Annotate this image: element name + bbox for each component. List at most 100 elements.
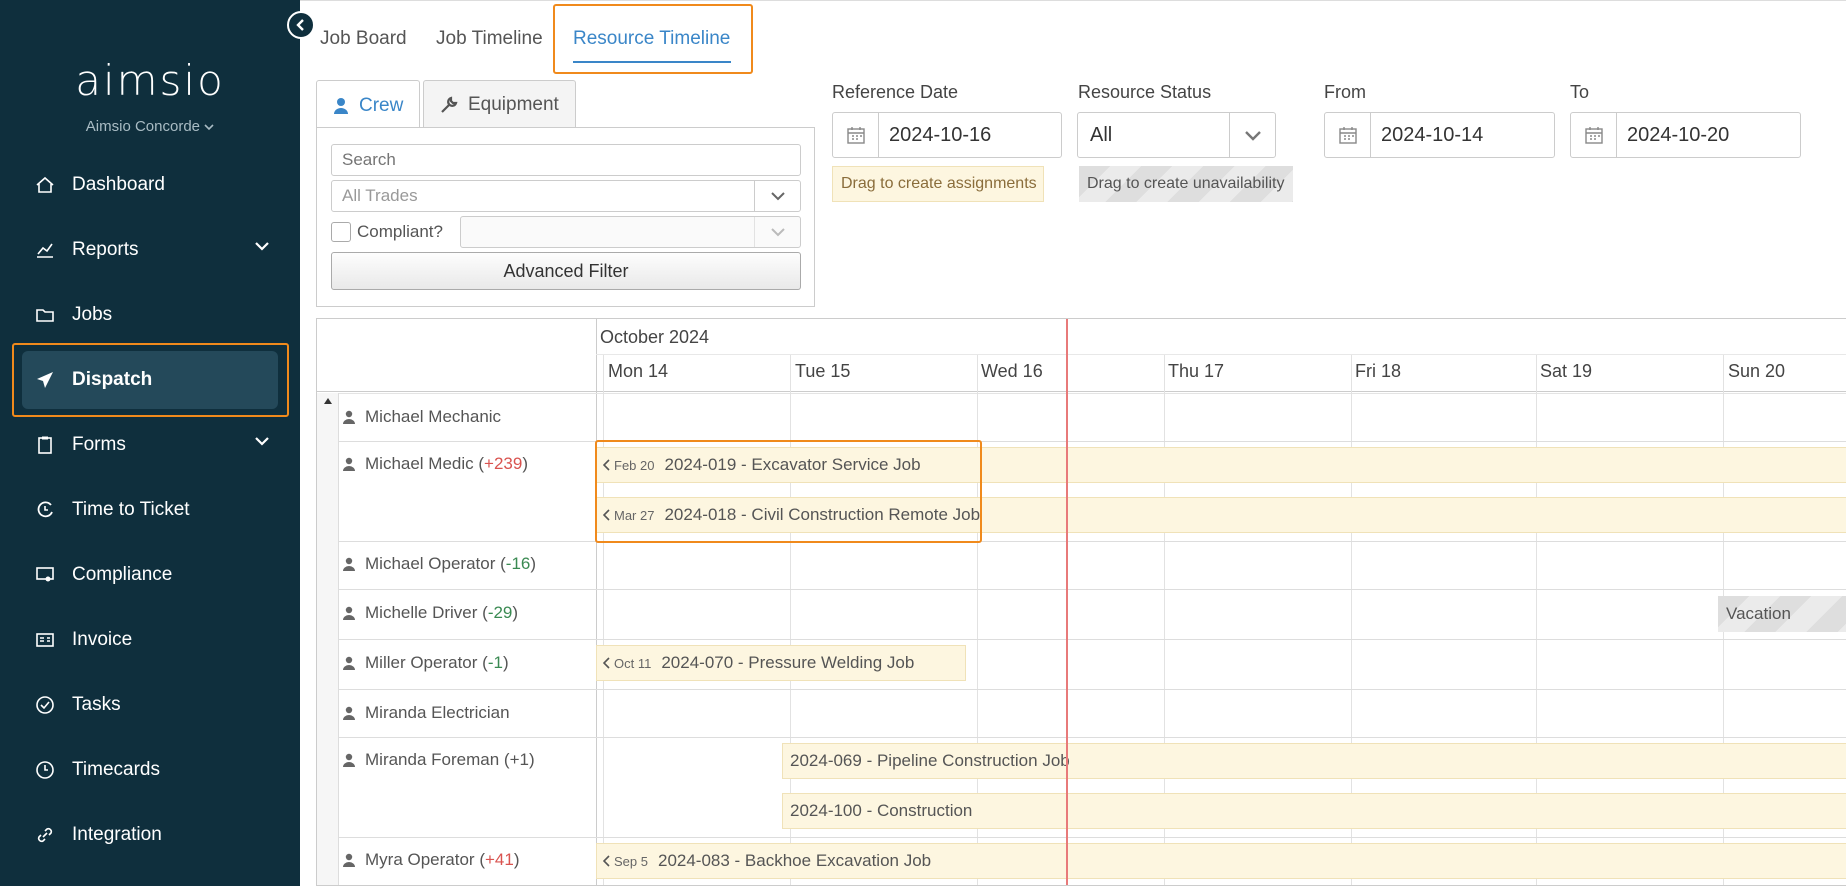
- unavailability-bar[interactable]: Vacation: [1718, 596, 1846, 632]
- nav-label: Timecards: [72, 759, 160, 780]
- advanced-filter-button[interactable]: Advanced Filter: [331, 252, 801, 290]
- assignment-bar[interactable]: Sep 5 2024-083 - Backhoe Excavation Job: [596, 843, 1846, 879]
- clock-icon: [34, 759, 56, 781]
- chevron-down-icon: [754, 217, 800, 247]
- link-icon: [34, 824, 56, 846]
- user-icon: [343, 656, 355, 670]
- nav-time-to-ticket[interactable]: Time to Ticket: [22, 481, 278, 539]
- reference-date-label: Reference Date: [832, 82, 959, 102]
- to-date-value: 2024-10-20: [1627, 123, 1730, 146]
- resource-name: Myra Operator: [365, 850, 475, 869]
- resource-row-name[interactable]: Miranda Foreman (+1): [343, 750, 535, 770]
- start-date: Oct 11: [614, 655, 652, 671]
- resource-row-name[interactable]: Michelle Driver (-29): [343, 603, 518, 623]
- resource-name: Miranda Electrician: [365, 703, 510, 722]
- reference-date-field[interactable]: 2024-10-16: [832, 112, 1062, 158]
- active-tab-indicator: [573, 61, 731, 63]
- assignment-label: 2024-083 - Backhoe Excavation Job: [657, 851, 932, 870]
- assignment-label: 2024-070 - Pressure Welding Job: [661, 653, 915, 672]
- invoice-icon: [34, 629, 56, 651]
- tab-crew-label: Crew: [359, 94, 404, 116]
- from-date-field[interactable]: 2024-10-14: [1324, 112, 1555, 158]
- assignment-bar[interactable]: Mar 27 2024-018 - Civil Construction Rem…: [596, 497, 1846, 533]
- assignment-bar[interactable]: 2024-100 - Construction: [782, 793, 1846, 829]
- resource-delta: +41: [484, 850, 514, 869]
- assignment-bar[interactable]: Feb 20 2024-019 - Excavator Service Job: [596, 447, 1846, 483]
- continues-before: Oct 11: [603, 656, 651, 671]
- nav-label: Forms: [72, 434, 126, 455]
- drag-unavailability-hint[interactable]: Drag to create unavailability: [1079, 166, 1293, 202]
- nav-invoice[interactable]: Invoice: [22, 611, 278, 669]
- nav-tasks[interactable]: Tasks: [22, 676, 278, 734]
- resource-row-name[interactable]: Myra Operator (+41): [343, 850, 520, 870]
- nav-forms[interactable]: Forms: [22, 416, 278, 474]
- day-header: Mon 14: [608, 361, 669, 381]
- assignment-label: 2024-018 - Civil Construction Remote Job: [664, 505, 981, 524]
- nav-dispatch[interactable]: Dispatch: [22, 351, 278, 409]
- trades-select[interactable]: All Trades: [331, 180, 801, 212]
- continues-before: Feb 20: [603, 458, 654, 473]
- month-header: October 2024: [600, 327, 710, 347]
- nav-label: Dashboard: [72, 174, 165, 195]
- day-header: Thu 17: [1168, 361, 1225, 381]
- tab-job-board[interactable]: Job Board: [320, 28, 407, 50]
- tab-resource-timeline[interactable]: Resource Timeline: [573, 28, 730, 50]
- resource-status-label: Resource Status: [1078, 82, 1212, 102]
- unavailability-label: Vacation: [1726, 604, 1791, 623]
- assignment-bar[interactable]: Oct 11 2024-070 - Pressure Welding Job: [596, 645, 966, 681]
- nav-label: Invoice: [72, 629, 133, 650]
- nav-label: Time to Ticket: [72, 499, 190, 520]
- nav-dashboard[interactable]: Dashboard: [22, 156, 278, 214]
- row-divider: [339, 541, 1846, 542]
- compliant-select[interactable]: [460, 216, 801, 248]
- nav-label: Compliance: [72, 564, 173, 585]
- nav-label: Dispatch: [72, 369, 153, 390]
- assignment-label: 2024-100 - Construction: [790, 801, 973, 820]
- to-label: To: [1570, 82, 1590, 102]
- resource-name: Michael Medic: [365, 454, 474, 473]
- filter-panel: All Trades Compliant? Advanced Filter: [316, 127, 815, 307]
- assignment-bar[interactable]: 2024-069 - Pipeline Construction Job: [782, 743, 1846, 779]
- to-date-field[interactable]: 2024-10-20: [1570, 112, 1801, 158]
- row-divider: [339, 837, 1846, 838]
- chevron-left-icon: [603, 509, 610, 521]
- resource-row-name[interactable]: Michael Medic (+239): [343, 454, 528, 474]
- aimsio-logo: aimsio: [75, 56, 225, 105]
- tab-equipment-label: Equipment: [468, 93, 559, 115]
- resource-row-name[interactable]: Miranda Electrician: [343, 703, 510, 723]
- drag-assignments-hint[interactable]: Drag to create assignments: [832, 166, 1044, 202]
- collapse-up-icon[interactable]: [323, 397, 333, 405]
- nav-compliance[interactable]: Compliance: [22, 546, 278, 604]
- nav-jobs[interactable]: Jobs: [22, 286, 278, 344]
- scroll-strip: [317, 393, 339, 885]
- assignment-label: 2024-019 - Excavator Service Job: [664, 455, 921, 474]
- resource-row-name[interactable]: Michael Operator (-16): [343, 554, 536, 574]
- search-input[interactable]: [331, 144, 801, 176]
- user-icon: [343, 457, 355, 471]
- user-icon: [343, 606, 355, 620]
- resource-row-name[interactable]: Miller Operator (-1): [343, 653, 509, 673]
- tab-equipment[interactable]: Equipment: [423, 80, 576, 128]
- tab-crew[interactable]: Crew: [316, 80, 421, 130]
- collapse-sidebar-button[interactable]: [287, 11, 315, 39]
- nav-reports[interactable]: Reports: [22, 221, 278, 279]
- nav-integration[interactable]: Integration: [22, 806, 278, 864]
- wrench-icon: [440, 96, 458, 114]
- nav-label: Reports: [72, 239, 139, 260]
- chevron-left-icon: [603, 459, 610, 471]
- nav-label: Integration: [72, 824, 162, 845]
- user-icon: [343, 853, 355, 867]
- resource-delta: -1: [487, 653, 503, 672]
- month-divider: [596, 354, 1846, 355]
- resource-delta: +1: [509, 750, 529, 769]
- resource-status-select[interactable]: All: [1077, 112, 1276, 158]
- day-header: Wed 16: [981, 361, 1043, 381]
- org-switcher[interactable]: Aimsio Concorde: [0, 118, 300, 135]
- calendar-icon: [1325, 113, 1371, 157]
- nav-timecards[interactable]: Timecards: [22, 741, 278, 799]
- resource-row-name[interactable]: Michael Mechanic: [343, 407, 501, 427]
- compliant-checkbox[interactable]: [331, 222, 351, 242]
- org-name: Aimsio Concorde: [85, 118, 201, 135]
- trades-select-value: All Trades: [342, 186, 418, 205]
- tab-job-timeline[interactable]: Job Timeline: [436, 28, 543, 50]
